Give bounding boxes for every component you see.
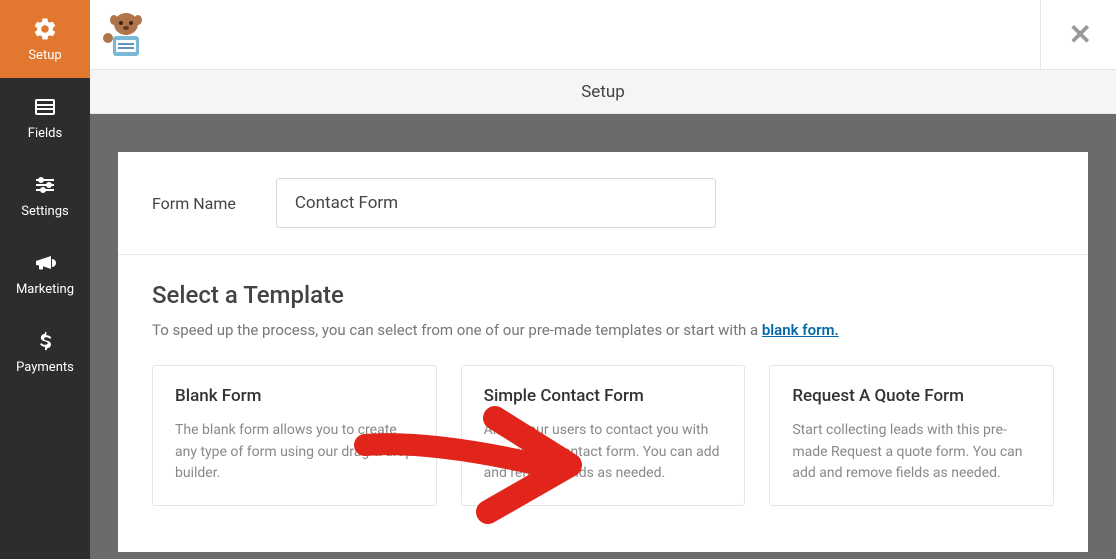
topbar: ✕ <box>90 0 1116 70</box>
template-section: Select a Template To speed up the proces… <box>118 255 1088 532</box>
card-desc: The blank form allows you to create any … <box>175 420 414 485</box>
sidebar-item-fields[interactable]: Fields <box>0 78 90 156</box>
list-icon <box>32 94 58 120</box>
card-title: Simple Contact Form <box>484 386 723 406</box>
sidebar: Setup Fields Settings Marketing Payments <box>0 0 90 559</box>
form-name-input[interactable] <box>276 178 716 228</box>
sidebar-item-payments[interactable]: Payments <box>0 312 90 390</box>
gear-icon <box>32 16 58 42</box>
card-title: Blank Form <box>175 386 414 406</box>
wpforms-logo <box>96 7 156 62</box>
page-title: Setup <box>581 82 625 102</box>
template-cards: Blank Form The blank form allows you to … <box>152 365 1054 506</box>
form-name-label: Form Name <box>152 194 236 213</box>
bullhorn-icon <box>32 250 58 276</box>
content-wrap: Form Name Select a Template To speed up … <box>90 114 1116 559</box>
template-card-blank[interactable]: Blank Form The blank form allows you to … <box>152 365 437 506</box>
sidebar-item-label: Settings <box>21 204 68 219</box>
card-desc: Allow your users to contact you with thi… <box>484 420 723 485</box>
form-name-row: Form Name <box>118 152 1088 255</box>
sidebar-item-label: Setup <box>28 48 61 63</box>
titlebar: Setup <box>90 70 1116 114</box>
dollar-icon <box>32 328 58 354</box>
close-button[interactable]: ✕ <box>1059 14 1102 55</box>
sidebar-item-settings[interactable]: Settings <box>0 156 90 234</box>
template-section-title: Select a Template <box>152 281 1054 309</box>
desc-text: To speed up the process, you can select … <box>152 321 762 339</box>
sidebar-item-label: Fields <box>28 126 62 141</box>
template-section-desc: To speed up the process, you can select … <box>152 321 1054 339</box>
main: ✕ Setup Form Name Select a Template To s… <box>90 0 1116 559</box>
sidebar-item-label: Marketing <box>16 282 74 297</box>
sidebar-item-setup[interactable]: Setup <box>0 0 90 78</box>
card-desc: Start collecting leads with this pre-mad… <box>792 420 1031 485</box>
sidebar-item-label: Payments <box>16 360 74 375</box>
card-title: Request A Quote Form <box>792 386 1031 406</box>
panel: Form Name Select a Template To speed up … <box>118 152 1088 552</box>
sidebar-item-marketing[interactable]: Marketing <box>0 234 90 312</box>
template-card-request-quote[interactable]: Request A Quote Form Start collecting le… <box>769 365 1054 506</box>
sliders-icon <box>32 172 58 198</box>
blank-form-link[interactable]: blank form. <box>762 321 839 339</box>
template-card-simple-contact[interactable]: Simple Contact Form Allow your users to … <box>461 365 746 506</box>
